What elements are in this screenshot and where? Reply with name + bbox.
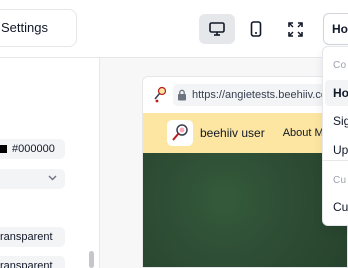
dropdown-item-upgrade[interactable]: Up <box>333 143 348 157</box>
url-text: https://angietests.beehiiv.com <box>192 89 337 101</box>
dropdown-item-custom[interactable]: Cu <box>333 200 348 214</box>
browser-url-bar: https://angietests.beehiiv.com <box>143 77 347 113</box>
dropdown-section-label: Cu <box>333 175 347 186</box>
dropdown-section-label: Co <box>333 60 347 71</box>
mobile-view-button[interactable] <box>238 14 274 44</box>
url-field: https://angietests.beehiiv.com <box>173 84 343 106</box>
page-select[interactable]: Ho <box>323 13 348 45</box>
background-color-input[interactable]: ransparent <box>0 227 65 247</box>
settings-button[interactable]: Settings <box>0 9 77 47</box>
favicon-icon <box>154 86 167 103</box>
color-swatch[interactable] <box>0 145 7 153</box>
dropdown-item-home[interactable]: Ho <box>333 86 348 100</box>
magnifier-logo-icon <box>172 124 188 141</box>
panel-scrollbar[interactable] <box>89 251 94 268</box>
page-dropdown-menu: Co Ho Sig Up Cu Cu <box>322 46 348 226</box>
top-toolbar: Settings Ho <box>0 0 348 58</box>
desktop-view-button[interactable] <box>199 14 235 44</box>
color-input[interactable]: #000000 <box>0 139 65 159</box>
newsletter-header: beehiiv user About Me <box>143 113 347 153</box>
dropdown-divider <box>323 160 348 161</box>
style-select[interactable] <box>0 169 65 189</box>
dropdown-item-signup[interactable]: Sig <box>333 114 348 128</box>
newsletter-logo[interactable] <box>167 120 193 146</box>
preview-frame: https://angietests.beehiiv.com beehiiv u… <box>142 76 348 268</box>
border-color-input[interactable]: ransparent <box>0 256 65 268</box>
fullscreen-icon <box>287 21 303 37</box>
settings-panel: #000000 ransparent ransparent <box>0 58 100 268</box>
desktop-icon <box>209 22 225 36</box>
newsletter-title[interactable]: beehiiv user <box>200 126 265 140</box>
chevron-down-icon <box>48 175 57 181</box>
fullscreen-button[interactable] <box>277 14 313 44</box>
mobile-icon <box>250 21 262 37</box>
color-value: #000000 <box>12 143 55 155</box>
lock-icon <box>178 89 186 101</box>
hero-image <box>143 153 347 267</box>
